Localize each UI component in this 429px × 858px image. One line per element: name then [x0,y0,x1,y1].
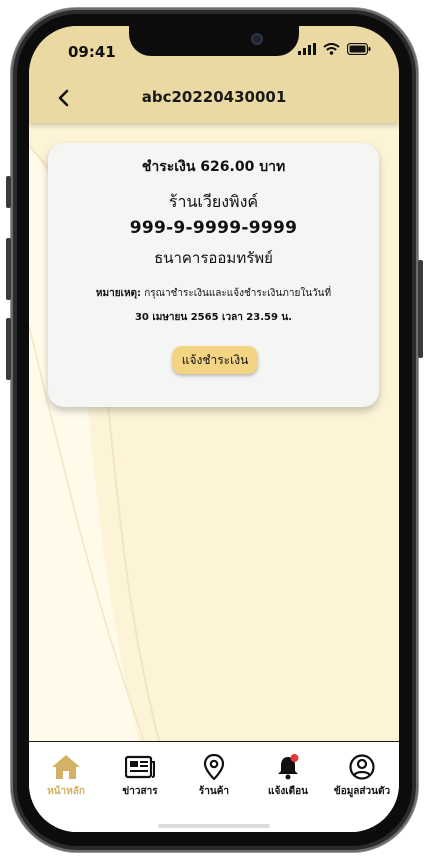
payment-card: ชำระเงิน 626.00 บาท ร้านเวียงพิงค์ 999-9… [48,143,379,407]
wifi-icon [323,43,340,55]
note-text: กรุณาชำระเงินและแจ้งชำระเงินภายในวันที่ [141,288,332,299]
home-indicator [158,824,270,828]
app-header: 09:41 abc20220430001 [29,26,399,123]
app-screen: 09:41 abc20220430001 ชำระเงิน 626.00 บาท… [29,26,399,832]
side-button-mute [6,176,11,208]
shop-name: ร้านเวียงพิงค์ [168,192,259,211]
location-pin-icon [203,754,225,780]
side-button-power [418,260,423,358]
account-number: 999-9-9999-9999 [129,218,298,238]
tab-home[interactable]: หน้าหลัก [29,754,103,799]
tab-label: ข่าวสาร [122,786,158,797]
status-time: 09:41 [68,43,116,61]
bank-name: ธนาคารออมทรัพย์ [154,249,273,267]
profile-icon [349,754,375,780]
side-button-volume-down [6,318,11,380]
bell-icon [278,754,299,780]
page-title: abc20220430001 [141,88,287,106]
payment-deadline: 30 เมษายน 2565 เวลา 23.59 น. [134,312,293,323]
notify-payment-button[interactable]: แจ้งชำระเงิน [172,346,258,374]
tab-label: ข้อมูลส่วนตัว [333,786,391,797]
battery-icon [347,43,371,55]
signal-icon [298,43,316,55]
notch [129,26,299,56]
news-icon [125,755,155,779]
note-label: หมายเหตุ: [95,288,142,299]
home-icon [52,755,80,779]
payment-note: หมายเหตุ: กรุณาชำระเงินและแจ้งชำระเงินภา… [48,286,379,301]
camera-icon [251,33,263,45]
bottom-tab-bar: หน้าหลัก ข่าวสาร ร้านค้า แจ้งเตือน ข้อมู… [29,741,399,832]
tab-label: ร้านค้า [198,786,230,797]
tab-profile[interactable]: ข้อมูลส่วนตัว [325,754,399,799]
tab-notifications[interactable]: แจ้งเตือน [251,754,325,799]
payment-amount: ชำระเงิน 626.00 บาท [141,159,286,175]
tab-news[interactable]: ข่าวสาร [103,754,177,799]
tab-label: แจ้งเตือน [268,786,308,797]
notification-badge [290,754,299,762]
side-button-volume-up [6,238,11,300]
tab-label: หน้าหลัก [47,786,85,797]
tab-shops[interactable]: ร้านค้า [177,754,251,799]
status-icons [298,43,371,55]
